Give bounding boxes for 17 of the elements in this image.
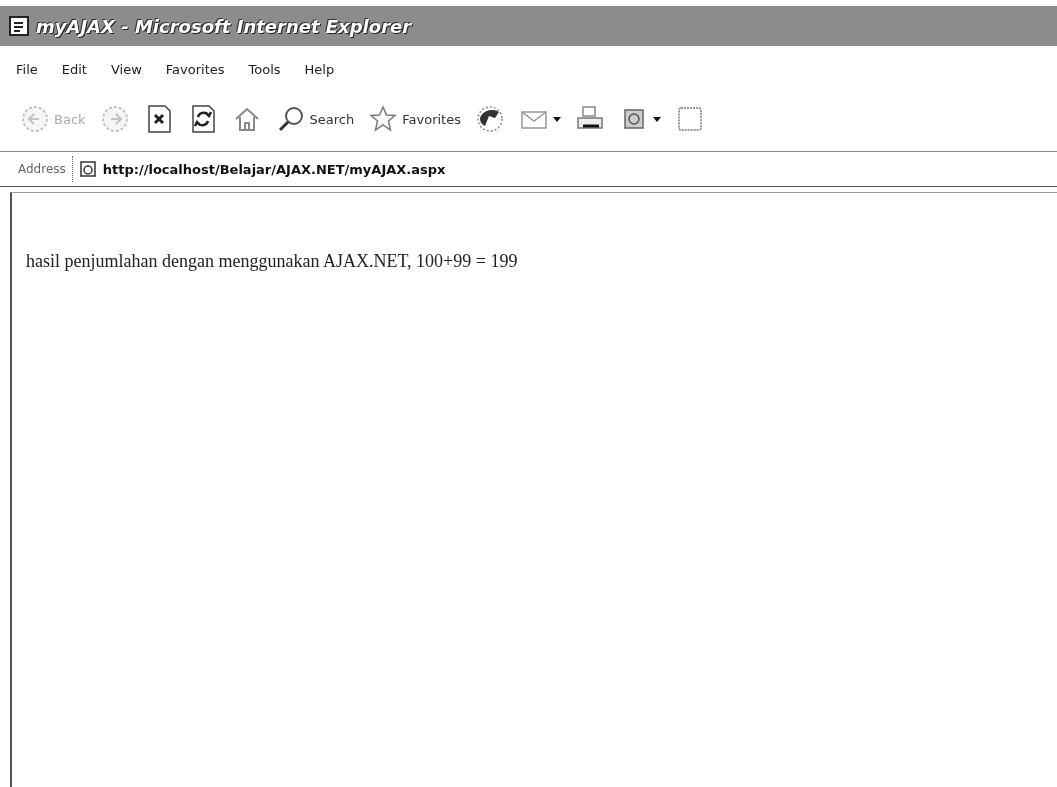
caret-icon	[652, 116, 661, 122]
globe-icon	[474, 104, 505, 134]
toolbar-button[interactable]: Favorites	[368, 104, 461, 134]
menu-item[interactable]: Edit	[61, 62, 87, 77]
menu-item[interactable]: Tools	[248, 62, 281, 77]
caret-icon	[552, 116, 561, 122]
menu-item[interactable]: Help	[304, 62, 335, 77]
menu-item[interactable]: File	[16, 62, 38, 77]
star-icon	[368, 104, 399, 134]
toolbar-button[interactable]: Search	[275, 104, 355, 134]
toolbar-button[interactable]	[474, 104, 505, 134]
result-text: hasil penjumlahan dengan menggunakan AJAX.NET, 100+99 = 199	[26, 251, 519, 272]
address-label: Address	[17, 162, 67, 176]
address-field[interactable]: http://localhost/Belajar/AJAX.NET/myAJAX.aspx	[71, 156, 1057, 182]
window-title: myAJAX - Microsoft Internet Explorer	[36, 15, 412, 37]
menu-item[interactable]: Favorites	[165, 62, 225, 77]
menu-item[interactable]: View	[110, 62, 142, 77]
